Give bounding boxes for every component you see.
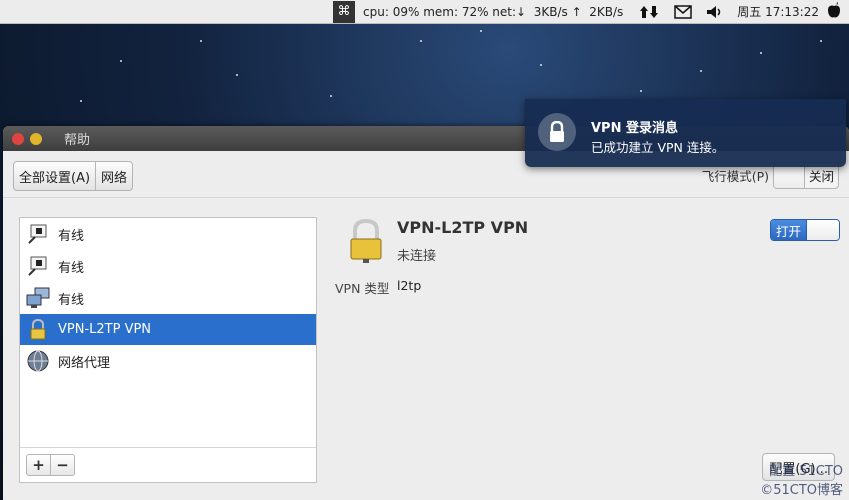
vpn-lock-large-icon — [343, 217, 389, 267]
network-activity-icon[interactable] — [640, 4, 660, 20]
wired-icon — [26, 254, 50, 278]
add-remove-group: + − — [26, 454, 75, 476]
mail-icon[interactable] — [674, 4, 693, 19]
sidebar-item-proxy[interactable]: 网络代理 — [20, 345, 316, 377]
sidebar-item-vpn[interactable]: VPN-L2TP VPN — [20, 314, 316, 345]
system-stats: cpu: 09% mem: 72% net:↓ 3KB/s ↑ 2KB/s — [363, 4, 624, 19]
vpn-lock-icon — [26, 318, 50, 342]
clock[interactable]: 周五 17:13:22 — [737, 3, 819, 20]
watermark: 配置·51CTO ©51CTO博客 — [760, 460, 843, 498]
globe-icon — [26, 349, 50, 373]
vpn-title: VPN-L2TP VPN — [397, 218, 529, 237]
watermark-line1: 配置·51CTO — [769, 464, 843, 479]
sidebar-item-label: VPN-L2TP VPN — [58, 322, 152, 337]
watermark-line2: ©51CTO博客 — [760, 483, 843, 498]
all-settings-button[interactable]: 全部设置(A) — [14, 162, 95, 190]
sidebar-item-wired-1[interactable]: 有线 — [20, 218, 316, 250]
vpn-switch[interactable]: 打开 — [769, 219, 840, 241]
wired-icon — [26, 222, 50, 246]
minimize-window-button[interactable] — [30, 132, 42, 145]
network-button[interactable]: 网络 — [96, 162, 132, 190]
vpn-status: 未连接 — [397, 249, 437, 264]
vpn-detail-panel: VPN-L2TP VPN 未连接 VPN 类型 l2tp 打开 — [335, 217, 840, 481]
top-panel: ⌘ cpu: 09% mem: 72% net:↓ 3KB/s ↑ 2KB/s … — [0, 0, 849, 24]
apple-icon[interactable] — [827, 2, 841, 21]
lock-icon — [538, 113, 576, 151]
vpn-type-label: VPN 类型 — [335, 281, 390, 296]
vpn-switch-state: 打开 — [770, 220, 806, 240]
airplane-mode-label: 飞行模式(P) — [701, 169, 769, 184]
vpn-notification[interactable]: VPN 登录消息 已成功建立 VPN 连接。 — [525, 99, 846, 167]
sidebar-item-label: 网络代理 — [58, 355, 111, 371]
breadcrumb: 全部设置(A) 网络 — [13, 161, 134, 191]
sidebar-actions: + − — [20, 447, 316, 482]
sidebar-item-wired-3[interactable]: 有线 — [20, 282, 316, 314]
add-connection-button[interactable]: + — [27, 455, 50, 475]
connection-list: 有线 有线 有线 VPN-L2TP VPN 网络代理 + − — [19, 217, 317, 483]
sidebar-item-label: 有线 — [58, 228, 85, 244]
volume-icon[interactable] — [706, 5, 724, 19]
network-settings-window: 帮助 全部设置(A) 网络 飞行模式(P) 关闭 有线 有线 有线 VPN-L2… — [3, 126, 849, 500]
sidebar-item-label: 有线 — [58, 260, 85, 276]
notification-title: VPN 登录消息 — [591, 121, 678, 136]
command-icon[interactable]: ⌘ — [333, 0, 356, 23]
notification-body: 已成功建立 VPN 连接。 — [591, 140, 725, 155]
network-computers-icon — [26, 286, 50, 310]
window-title: 帮助 — [64, 133, 91, 148]
sidebar-item-label: 有线 — [58, 292, 85, 308]
sidebar-item-wired-2[interactable]: 有线 — [20, 250, 316, 282]
remove-connection-button[interactable]: − — [51, 455, 74, 475]
close-window-button[interactable] — [12, 132, 24, 145]
vpn-type-value: l2tp — [397, 278, 422, 293]
